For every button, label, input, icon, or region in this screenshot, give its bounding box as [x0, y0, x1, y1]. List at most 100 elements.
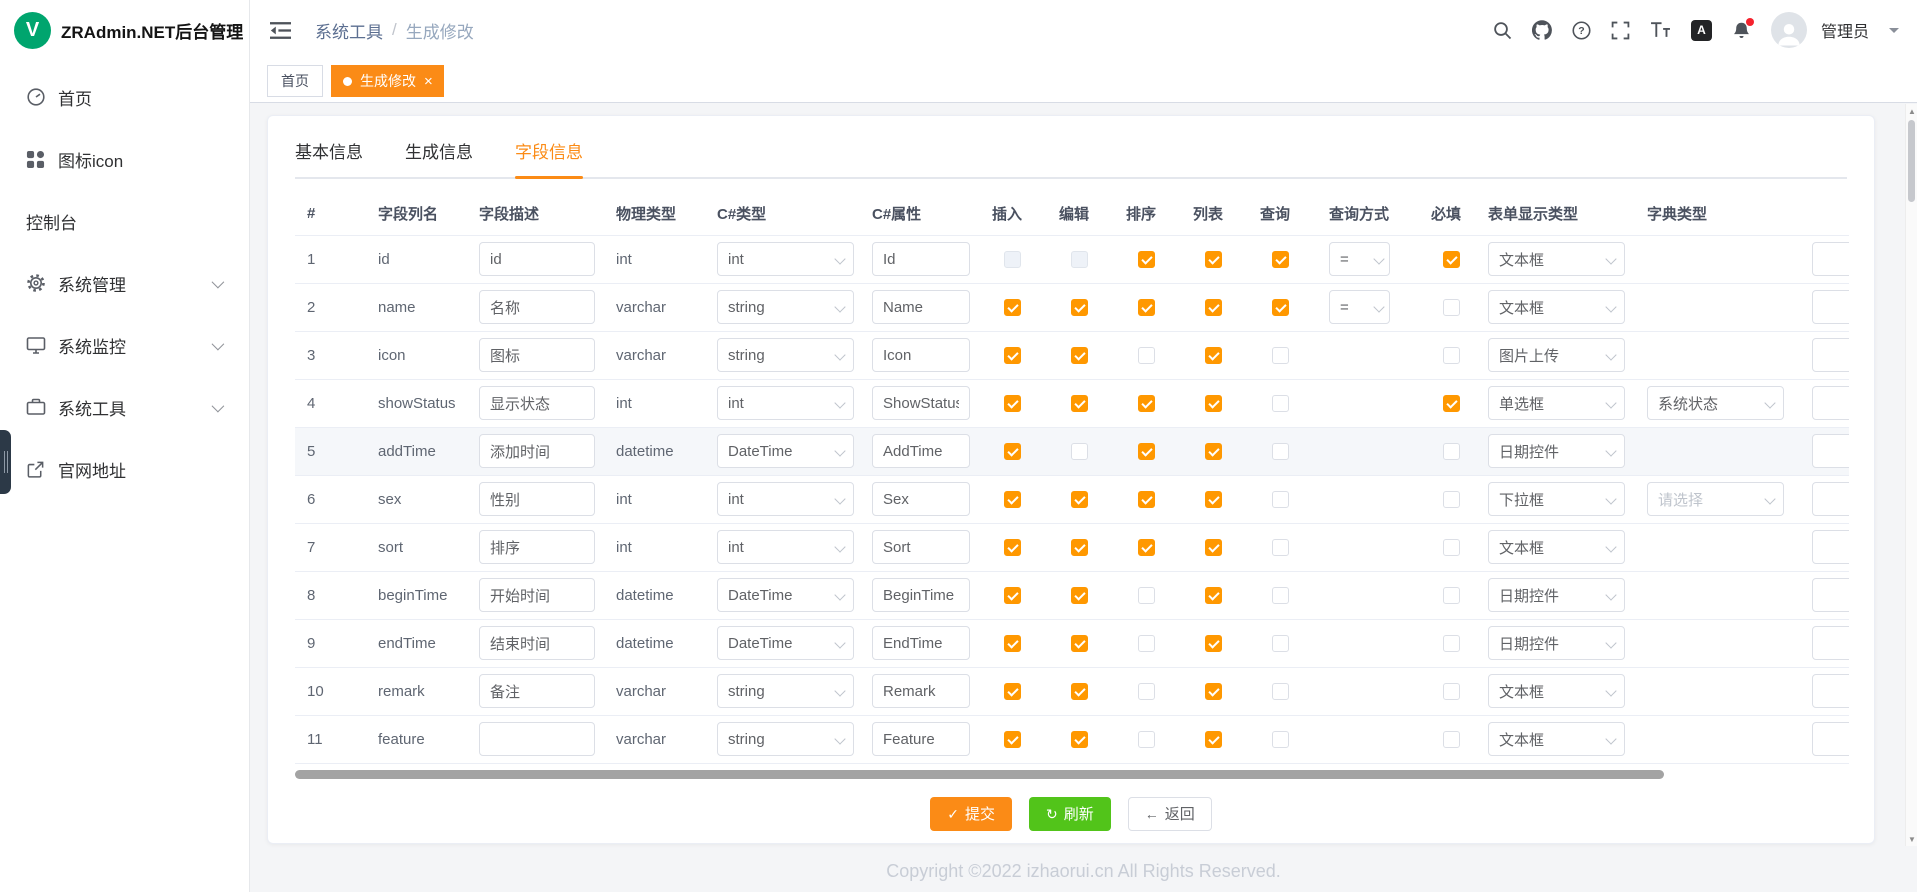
vertical-scrollbar-thumb[interactable] [1908, 120, 1915, 202]
display-type-select[interactable]: 文本框 [1488, 290, 1625, 324]
insert-checkbox[interactable] [1004, 395, 1021, 412]
sidebar-item-system-manage[interactable]: 系统管理 [0, 252, 249, 314]
cs-attr-input[interactable] [872, 434, 970, 468]
query-checkbox[interactable] [1272, 731, 1289, 748]
list-checkbox[interactable] [1205, 731, 1222, 748]
cs-attr-input[interactable] [872, 578, 970, 612]
cs-type-select[interactable]: string [717, 338, 854, 372]
extra-input[interactable] [1812, 482, 1849, 516]
query-checkbox[interactable] [1272, 683, 1289, 700]
required-checkbox[interactable] [1443, 683, 1460, 700]
list-checkbox[interactable] [1205, 539, 1222, 556]
notification-button[interactable] [1732, 21, 1751, 40]
desc-input[interactable] [479, 338, 595, 372]
edit-checkbox[interactable] [1071, 443, 1088, 460]
insert-checkbox[interactable] [1004, 347, 1021, 364]
sort-checkbox[interactable] [1138, 251, 1155, 268]
help-button[interactable]: ? [1572, 21, 1591, 40]
tab-basic-info[interactable]: 基本信息 [295, 138, 363, 177]
extra-input[interactable] [1812, 674, 1849, 708]
insert-checkbox[interactable] [1004, 539, 1021, 556]
edit-checkbox[interactable] [1071, 539, 1088, 556]
cs-attr-input[interactable] [872, 674, 970, 708]
edit-checkbox[interactable] [1071, 347, 1088, 364]
theme-drawer-handle[interactable] [0, 430, 11, 494]
sort-checkbox[interactable] [1138, 443, 1155, 460]
extra-input[interactable] [1812, 386, 1849, 420]
submit-button[interactable]: ✓ 提交 [930, 797, 1012, 831]
edit-checkbox[interactable] [1071, 491, 1088, 508]
desc-input[interactable] [479, 626, 595, 660]
list-checkbox[interactable] [1205, 683, 1222, 700]
cs-attr-input[interactable] [872, 530, 970, 564]
list-checkbox[interactable] [1205, 395, 1222, 412]
list-checkbox[interactable] [1205, 587, 1222, 604]
extra-input[interactable] [1812, 626, 1849, 660]
tag-home[interactable]: 首页 [267, 65, 323, 97]
query-checkbox[interactable] [1272, 299, 1289, 316]
required-checkbox[interactable] [1443, 299, 1460, 316]
search-button[interactable] [1493, 21, 1512, 40]
cs-type-select[interactable]: int [717, 386, 854, 420]
query-checkbox[interactable] [1272, 491, 1289, 508]
list-checkbox[interactable] [1205, 347, 1222, 364]
desc-input[interactable] [479, 482, 595, 516]
sidebar-item-console[interactable]: 控制台 [0, 190, 249, 252]
cs-attr-input[interactable] [872, 242, 970, 276]
fullscreen-button[interactable] [1611, 21, 1630, 40]
extra-input[interactable] [1812, 578, 1849, 612]
sort-checkbox[interactable] [1138, 347, 1155, 364]
insert-checkbox[interactable] [1004, 491, 1021, 508]
display-type-select[interactable]: 图片上传 [1488, 338, 1625, 372]
query-checkbox[interactable] [1272, 587, 1289, 604]
sort-checkbox[interactable] [1138, 491, 1155, 508]
edit-checkbox[interactable] [1071, 683, 1088, 700]
display-type-select[interactable]: 日期控件 [1488, 434, 1625, 468]
edit-checkbox[interactable] [1071, 635, 1088, 652]
extra-input[interactable] [1812, 530, 1849, 564]
display-type-select[interactable]: 单选框 [1488, 386, 1625, 420]
query-checkbox[interactable] [1272, 635, 1289, 652]
breadcrumb-link[interactable]: 系统工具 [315, 18, 383, 43]
desc-input[interactable] [479, 386, 595, 420]
cs-attr-input[interactable] [872, 482, 970, 516]
list-checkbox[interactable] [1205, 299, 1222, 316]
sort-checkbox[interactable] [1138, 299, 1155, 316]
required-checkbox[interactable] [1443, 731, 1460, 748]
required-checkbox[interactable] [1443, 347, 1460, 364]
avatar[interactable] [1771, 12, 1807, 48]
desc-input[interactable] [479, 530, 595, 564]
dict-type-select[interactable]: 系统状态 [1647, 386, 1784, 420]
insert-checkbox[interactable] [1004, 299, 1021, 316]
sort-checkbox[interactable] [1138, 539, 1155, 556]
insert-checkbox[interactable] [1004, 251, 1021, 268]
github-button[interactable] [1532, 20, 1552, 40]
required-checkbox[interactable] [1443, 635, 1460, 652]
query-checkbox[interactable] [1272, 347, 1289, 364]
list-checkbox[interactable] [1205, 491, 1222, 508]
cs-attr-input[interactable] [872, 338, 970, 372]
desc-input[interactable] [479, 242, 595, 276]
list-checkbox[interactable] [1205, 635, 1222, 652]
cs-type-select[interactable]: int [717, 530, 854, 564]
sort-checkbox[interactable] [1138, 395, 1155, 412]
sort-checkbox[interactable] [1138, 635, 1155, 652]
edit-checkbox[interactable] [1071, 251, 1088, 268]
edit-checkbox[interactable] [1071, 731, 1088, 748]
extra-input[interactable] [1812, 338, 1849, 372]
cs-attr-input[interactable] [872, 626, 970, 660]
display-type-select[interactable]: 文本框 [1488, 722, 1625, 756]
sort-checkbox[interactable] [1138, 683, 1155, 700]
sidebar-item-system-monitor[interactable]: 系统监控 [0, 314, 249, 376]
user-menu-caret-icon[interactable] [1889, 28, 1899, 38]
cs-attr-input[interactable] [872, 386, 970, 420]
cs-attr-input[interactable] [872, 290, 970, 324]
cs-type-select[interactable]: string [717, 290, 854, 324]
query-checkbox[interactable] [1272, 443, 1289, 460]
display-type-select[interactable]: 文本框 [1488, 242, 1625, 276]
insert-checkbox[interactable] [1004, 731, 1021, 748]
desc-input[interactable] [479, 674, 595, 708]
sidebar-item-official-site[interactable]: 官网地址 [0, 438, 249, 500]
horizontal-scrollbar-thumb[interactable] [295, 770, 1664, 779]
cs-type-select[interactable]: string [717, 674, 854, 708]
